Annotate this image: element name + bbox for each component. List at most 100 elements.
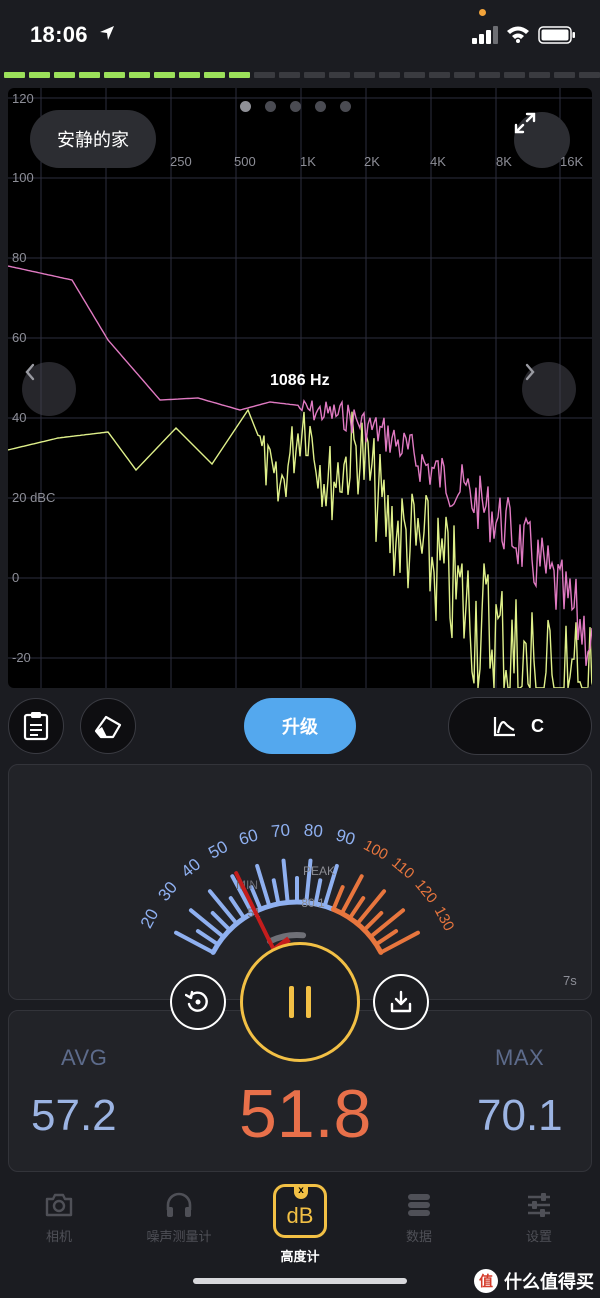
level-segment [379,72,400,78]
expand-icon [514,112,536,134]
location-preset-label: 安静的家 [57,130,129,150]
gauge-scale-label: 50 [205,837,231,863]
page-dot [240,101,251,112]
location-arrow-icon [100,26,114,40]
gauge-tick [347,896,366,921]
max-label: MAX [495,1045,545,1070]
y-tick-label: 20 dBC [12,490,56,505]
weighting-label: C [531,715,544,736]
clipboard-icon [23,712,49,741]
sliders-icon [528,1193,550,1217]
eraser-icon [94,715,122,739]
pause-button[interactable] [240,942,360,1062]
tab-noise-meter[interactable]: 噪声测量计 [124,1192,234,1245]
next-page-button[interactable] [522,362,576,416]
gauge-tick [368,908,406,939]
level-segment [404,72,425,78]
level-segment [354,72,375,78]
status-bar: 18:06 [0,0,600,68]
current-value: 51.8 [239,1076,372,1152]
gauge-scale-label: 40 [178,855,205,882]
level-segment [329,72,350,78]
level-segment [479,72,500,78]
gauge-tick [281,858,290,905]
level-segment [179,72,200,78]
gauge-scale-label: 70 [270,820,291,841]
tab-settings[interactable]: 设置 [484,1192,594,1245]
y-tick-label: 100 [12,170,34,185]
wifi-icon [507,26,529,43]
reset-icon [185,990,208,1012]
gauge-scale-label: 30 [154,878,181,905]
level-meter-strip [4,72,600,78]
status-time: 18:06 [30,22,88,47]
x-tick-label: 1K [300,154,316,169]
gauge-tick [362,910,384,932]
level-segment [29,72,50,78]
level-segment [229,72,250,78]
page-indicator [240,101,351,112]
x-tick-label: 4K [430,154,446,169]
frequency-readout: 1086 Hz [270,372,330,389]
avg-label: AVG [61,1045,108,1070]
gauge-scale-label: 130 [431,904,458,934]
level-segment [529,72,550,78]
location-preset-button[interactable]: 安静的家 [30,110,156,168]
gauge-tick [255,863,272,909]
level-segment [254,72,275,78]
gauge-tick [374,929,399,947]
level-segment [129,72,150,78]
calibration-button[interactable] [80,698,136,754]
tab-camera[interactable]: 相机 [4,1192,114,1245]
peak-label: PEAK [303,864,335,878]
peak-value: 80.1 [301,896,325,910]
level-segment [4,72,25,78]
level-segment [504,72,525,78]
avg-value: 57.2 [31,1091,117,1140]
spectrum-analyzer[interactable]: 安静的家 120 100 80 60 40 20 dBC 0 -20 250 5… [8,88,592,688]
tab-label: 相机 [45,1229,72,1244]
gauge-tick [228,896,247,921]
pause-icon [289,986,294,1018]
gauge-tick [210,910,232,932]
save-button[interactable] [373,974,429,1030]
duration-label: 7s [563,973,577,988]
weighting-toggle[interactable]: C [448,697,592,755]
privacy-indicator-dot [479,9,486,16]
tab-altimeter[interactable]: x dB 高度计 [245,1184,355,1265]
x-tick-label: 16K [560,154,584,169]
clipboard-button[interactable] [8,698,64,754]
x-tick-label: 250 [170,154,192,169]
gauge-tick [355,889,387,926]
y-tick-label: 60 [12,330,27,345]
gauge-tick [195,929,220,947]
page-dot [315,101,326,112]
database-icon [408,1194,430,1216]
chevron-right-icon [525,363,535,381]
gauge-arc-orange [330,906,384,955]
gauge-scale-label: 60 [237,825,261,849]
tab-data[interactable]: 数据 [364,1192,474,1245]
max-value: 70.1 [477,1091,563,1140]
level-segment [304,72,325,78]
gauge-scale-label: 100 [361,837,391,864]
reset-button[interactable] [170,974,226,1030]
upgrade-button[interactable]: 升级 [244,698,356,754]
previous-page-button[interactable] [22,362,76,416]
battery-icon [538,26,575,44]
gauge-tick [207,889,239,926]
gauge-tick [331,885,345,912]
gauge-scale-label: 90 [334,825,358,849]
level-segment [79,72,100,78]
home-indicator [193,1278,407,1284]
x-tick-label: 8K [496,154,512,169]
db-badge-icon: x dB [273,1184,327,1238]
watermark-logo-icon: 值 [474,1269,498,1293]
gauge-scale-label: 120 [411,877,440,907]
page-dot [265,101,276,112]
gauge-scale-label: 80 [303,820,324,841]
level-segment [554,72,575,78]
y-tick-label: 80 [12,250,27,265]
cellular-signal-icon [472,26,498,44]
gauge-tick [188,908,226,939]
